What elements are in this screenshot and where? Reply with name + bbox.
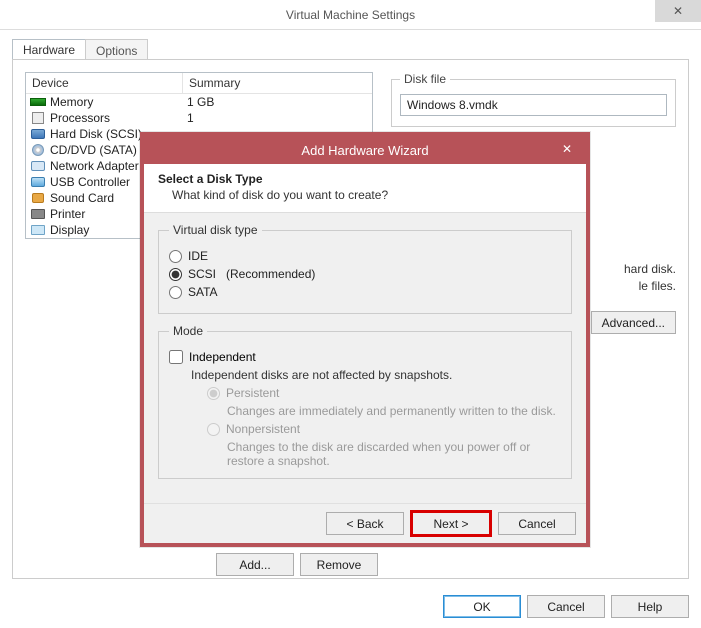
independent-checkbox[interactable]: Independent	[169, 350, 561, 364]
wizard-back-button[interactable]: < Back	[326, 512, 404, 535]
ok-button[interactable]: OK	[443, 595, 521, 618]
window-close-button[interactable]: ✕	[655, 0, 701, 22]
device-row-memory[interactable]: Memory 1 GB	[26, 94, 372, 110]
radio-scsi[interactable]: SCSI (Recommended)	[169, 267, 561, 281]
sound-icon	[30, 191, 46, 205]
radio-sata-label: SATA	[188, 285, 218, 299]
device-name: Processors	[50, 111, 183, 125]
radio-ide-input[interactable]	[169, 250, 182, 263]
diskfile-input[interactable]	[400, 94, 667, 116]
add-hardware-wizard: Add Hardware Wizard ✕ Select a Disk Type…	[140, 132, 590, 547]
device-summary: 1	[187, 111, 194, 125]
radio-persistent-input	[207, 387, 220, 400]
disk-type-legend: Virtual disk type	[169, 223, 262, 237]
radio-persistent: Persistent	[207, 386, 561, 400]
cd-icon	[30, 143, 46, 157]
wizard-title: Add Hardware Wizard	[301, 143, 428, 158]
wizard-cancel-button[interactable]: Cancel	[498, 512, 576, 535]
add-button[interactable]: Add...	[216, 553, 294, 576]
cpu-icon	[30, 111, 46, 125]
help-button[interactable]: Help	[611, 595, 689, 618]
radio-ide[interactable]: IDE	[169, 249, 561, 263]
radio-persistent-label: Persistent	[226, 386, 279, 400]
close-icon: ✕	[673, 4, 683, 18]
device-name: Memory	[50, 95, 183, 109]
scsi-recommended: (Recommended)	[226, 267, 315, 281]
device-list-header: Device Summary	[26, 73, 372, 94]
tab-options[interactable]: Options	[85, 39, 148, 60]
wizard-next-button[interactable]: Next >	[412, 512, 490, 535]
independent-label: Independent	[189, 350, 256, 364]
disk-type-group: Virtual disk type IDE SCSI (Recommended)…	[158, 223, 572, 314]
advanced-button[interactable]: Advanced...	[591, 311, 676, 334]
dialog-footer: OK Cancel Help	[443, 595, 689, 618]
diskfile-group: Disk file	[391, 72, 676, 127]
wizard-titlebar[interactable]: Add Hardware Wizard ✕	[144, 136, 586, 164]
close-icon: ✕	[562, 142, 572, 156]
window-titlebar: Virtual Machine Settings ✕	[0, 0, 701, 30]
radio-nonpersistent-label: Nonpersistent	[226, 422, 300, 436]
radio-nonpersistent: Nonpersistent	[207, 422, 561, 436]
radio-nonpersistent-input	[207, 423, 220, 436]
wizard-heading: Select a Disk Type	[158, 172, 572, 186]
usb-icon	[30, 175, 46, 189]
radio-scsi-input[interactable]	[169, 268, 182, 281]
mode-legend: Mode	[169, 324, 207, 338]
independent-note: Independent disks are not affected by sn…	[191, 368, 561, 382]
tab-strip: Hardware Options	[12, 39, 689, 60]
tab-hardware[interactable]: Hardware	[12, 39, 86, 60]
wizard-header: Select a Disk Type What kind of disk do …	[144, 164, 586, 213]
wizard-close-button[interactable]: ✕	[552, 139, 582, 159]
cancel-button[interactable]: Cancel	[527, 595, 605, 618]
device-buttons: Add... Remove	[216, 553, 378, 576]
remove-button[interactable]: Remove	[300, 553, 378, 576]
device-row-processors[interactable]: Processors 1	[26, 110, 372, 126]
harddisk-icon	[30, 127, 46, 141]
memory-icon	[30, 95, 46, 109]
mode-group: Mode Independent Independent disks are n…	[158, 324, 572, 479]
display-icon	[30, 223, 46, 237]
network-icon	[30, 159, 46, 173]
radio-scsi-label: SCSI	[188, 267, 216, 281]
radio-sata[interactable]: SATA	[169, 285, 561, 299]
radio-sata-input[interactable]	[169, 286, 182, 299]
printer-icon	[30, 207, 46, 221]
independent-checkbox-input[interactable]	[169, 350, 183, 364]
diskfile-label: Disk file	[400, 72, 450, 86]
radio-ide-label: IDE	[188, 249, 208, 263]
col-device[interactable]: Device	[26, 73, 183, 93]
wizard-footer: < Back Next > Cancel	[144, 503, 586, 543]
wizard-body: Virtual disk type IDE SCSI (Recommended)…	[144, 213, 586, 503]
col-summary[interactable]: Summary	[183, 73, 372, 93]
wizard-subheading: What kind of disk do you want to create?	[172, 188, 572, 202]
device-summary: 1 GB	[187, 95, 214, 109]
persistent-note: Changes are immediately and permanently …	[227, 404, 561, 418]
window-title: Virtual Machine Settings	[286, 8, 415, 22]
nonpersistent-note: Changes to the disk are discarded when y…	[227, 440, 561, 468]
